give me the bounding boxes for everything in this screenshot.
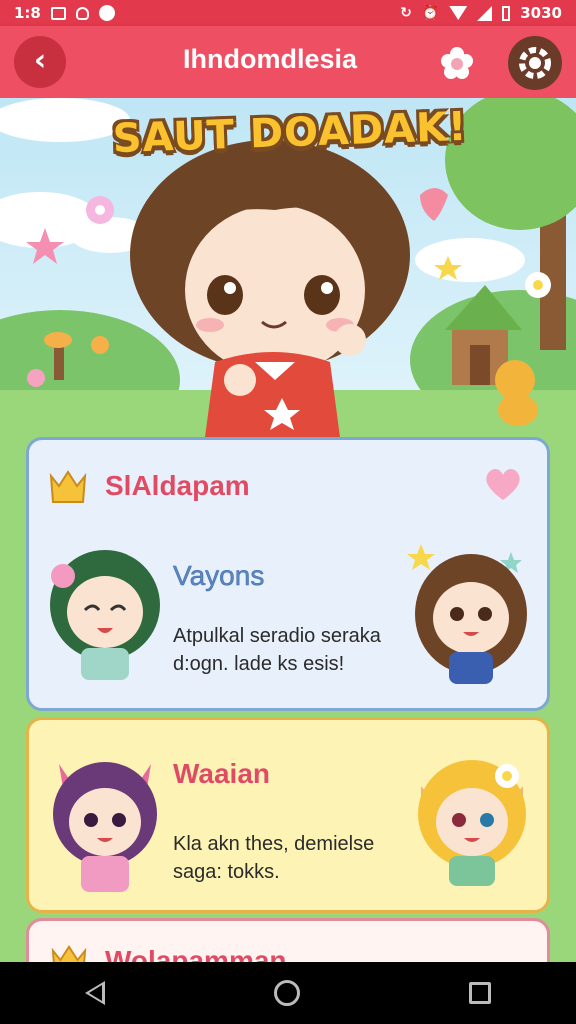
nav-recents-icon[interactable] xyxy=(469,982,492,1004)
card-description-line-2: d:ogn. lade ks esis! xyxy=(173,653,345,675)
vibrate-icon: ↻ xyxy=(400,5,412,21)
settings-icon xyxy=(519,47,551,79)
card-description-line-1: Atpulkal seradio seraka xyxy=(173,625,381,647)
status-time: 1:8 xyxy=(14,4,41,22)
app-notification-icon xyxy=(98,5,115,21)
character-avatar-purple xyxy=(53,762,157,892)
card-subtitle: Vayons xyxy=(173,560,265,592)
system-nav-bar xyxy=(0,962,576,1024)
feature-card-2[interactable]: Waaian Kla akn thes, demielse saga: tokk… xyxy=(26,717,550,913)
battery-icon xyxy=(502,5,511,21)
battery-level: 3030 xyxy=(520,4,562,22)
gallery-notification-icon xyxy=(50,6,66,20)
app-bar: ‹ Ihndomdlesia xyxy=(0,26,576,98)
card-description-line-1: Kla akn thes, demielse xyxy=(173,833,375,855)
card-title: Waaian xyxy=(173,758,270,789)
wifi-icon xyxy=(449,6,468,20)
character-avatar-blonde xyxy=(418,760,526,886)
status-bar-left: 1:8 xyxy=(14,4,115,22)
status-bar-right: ↻ ⏰ 3030 xyxy=(400,4,562,22)
card-title: SlAldapam xyxy=(105,470,250,501)
character-avatar-green xyxy=(50,550,160,680)
flower-button[interactable] xyxy=(440,46,474,80)
chevron-left-icon: ‹ xyxy=(33,43,47,78)
page-title: Ihndomdlesia xyxy=(182,44,358,74)
alarm-icon: ⏰ xyxy=(421,5,440,21)
status-bar: 1:8 ↻ ⏰ 3030 xyxy=(0,0,576,26)
shield-notification-icon xyxy=(75,6,89,20)
character-avatar-brown xyxy=(407,544,527,684)
settings-button[interactable] xyxy=(508,36,562,90)
flower-icon xyxy=(441,47,473,79)
heart-icon xyxy=(486,468,520,500)
signal-icon xyxy=(477,5,493,21)
back-button[interactable]: ‹ xyxy=(14,36,66,88)
feature-card-1[interactable]: SlAldapam Vayons Atpulkal seradio seraka… xyxy=(26,437,550,711)
nav-home-icon[interactable] xyxy=(273,980,300,1006)
nav-back-icon[interactable] xyxy=(84,981,105,1005)
crown-icon xyxy=(49,470,87,503)
card-description-line-2: saga: tokks. xyxy=(173,861,280,883)
